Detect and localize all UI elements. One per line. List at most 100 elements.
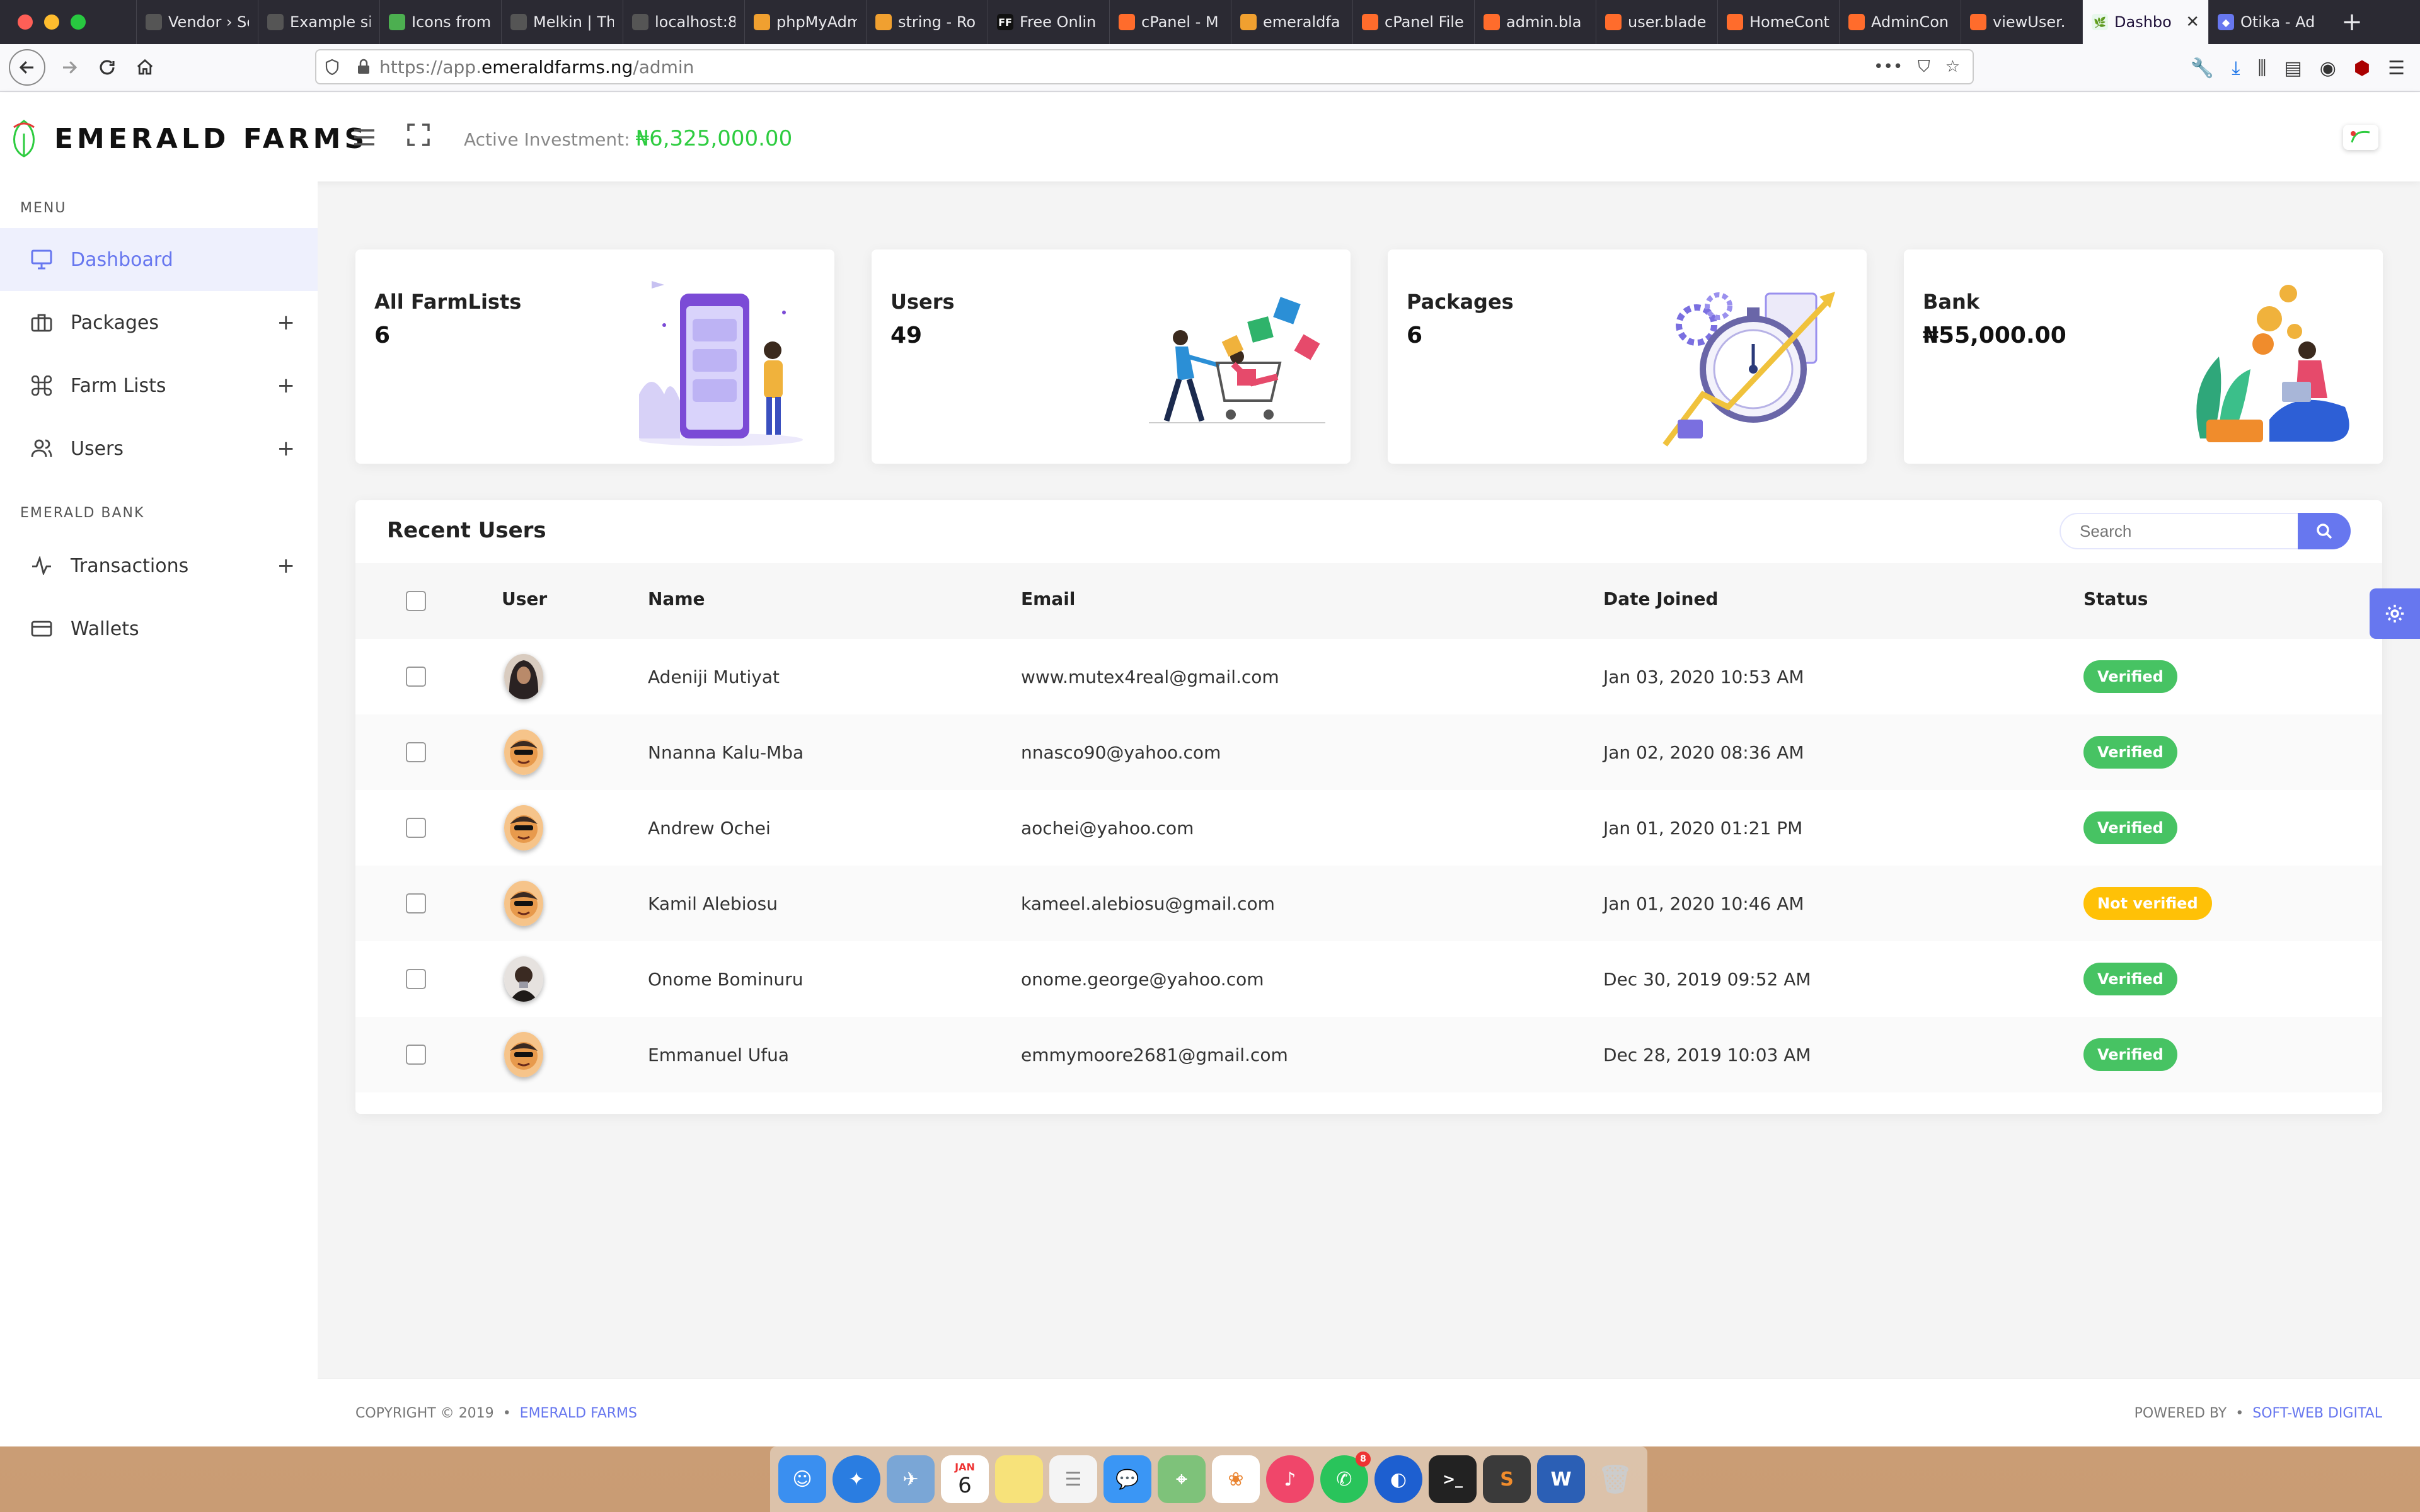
expand-plus-icon[interactable]: +: [277, 373, 296, 398]
url-bar[interactable]: https://app. emeraldfarms.ng/admin ••• ⛉ …: [315, 49, 1974, 84]
messages-icon[interactable]: 💬: [1103, 1455, 1151, 1503]
music-icon[interactable]: ♪: [1266, 1455, 1314, 1503]
column-header-user[interactable]: User: [502, 588, 547, 609]
download-icon[interactable]: ⤓: [2232, 57, 2240, 79]
sidebar-item-farm-lists[interactable]: Farm Lists +: [0, 354, 318, 417]
word-icon[interactable]: W: [1537, 1455, 1585, 1503]
home-button[interactable]: [126, 49, 164, 86]
browser-tab[interactable]: string - Ro: [866, 0, 988, 44]
sidebar-item-packages[interactable]: Packages +: [0, 291, 318, 354]
card-value: 49: [890, 323, 923, 348]
column-header-status[interactable]: Status: [2083, 588, 2148, 609]
library-icon[interactable]: ⫼: [2258, 57, 2267, 79]
table-row[interactable]: Onome Bominuru onome.george@yahoo.com Dec …: [355, 941, 2382, 1017]
bookmark-star-icon[interactable]: ☆: [1945, 57, 1960, 77]
close-tab-icon[interactable]: ✕: [2186, 13, 2199, 32]
browser-tab[interactable]: localhost:800: [623, 0, 744, 44]
row-checkbox[interactable]: [406, 969, 426, 989]
trash-icon[interactable]: 🗑: [1591, 1455, 1639, 1503]
notes-icon[interactable]: [995, 1455, 1043, 1503]
user-avatar-button[interactable]: [2343, 125, 2378, 150]
brand[interactable]: EMERALD FARMS: [9, 118, 368, 159]
footer-brand-link[interactable]: EMERALD FARMS: [520, 1406, 637, 1421]
stat-card-packages[interactable]: Packages 6: [1388, 249, 1867, 464]
browser-tab[interactable]: Icons from: [379, 0, 501, 44]
browser-tab[interactable]: Vendor › Setu: [136, 0, 258, 44]
browser-tab[interactable]: Example site n: [258, 0, 379, 44]
row-checkbox[interactable]: [406, 742, 426, 762]
browser-tab[interactable]: cPanel - M: [1109, 0, 1231, 44]
row-checkbox[interactable]: [406, 893, 426, 914]
stat-card-farmlists[interactable]: All FarmLists 6: [355, 249, 834, 464]
safari-icon[interactable]: ✦: [833, 1455, 880, 1503]
settings-button[interactable]: [2370, 588, 2420, 639]
tab-otika[interactable]: ◆ Otika - Ad: [2208, 0, 2330, 44]
column-header-date[interactable]: Date Joined: [1603, 588, 1718, 609]
browser-tab[interactable]: user.blade: [1596, 0, 1717, 44]
sidebar-toggle-button[interactable]: [353, 125, 376, 152]
browser-tab[interactable]: Melkin | The b: [501, 0, 623, 44]
ublock-icon[interactable]: ⬢: [2354, 57, 2370, 79]
sidebar-icon[interactable]: ▤: [2284, 57, 2302, 79]
sidebar-item-transactions[interactable]: Transactions +: [0, 534, 318, 597]
calendar-icon[interactable]: JAN 6: [941, 1455, 989, 1503]
browser-tab[interactable]: HomeCont: [1717, 0, 1839, 44]
browser-tab[interactable]: AdminCon: [1839, 0, 1961, 44]
browser-tab[interactable]: emeraldfa: [1231, 0, 1352, 44]
search-button[interactable]: [2298, 513, 2351, 549]
back-button[interactable]: [9, 49, 45, 86]
new-tab-button[interactable]: +: [2330, 0, 2374, 44]
forward-button[interactable]: [50, 49, 88, 86]
pocket-icon[interactable]: ⛉: [1918, 57, 1930, 77]
finder-icon[interactable]: ☺: [778, 1455, 826, 1503]
row-checkbox[interactable]: [406, 667, 426, 687]
minimize-window-button[interactable]: [44, 14, 59, 30]
select-all-checkbox[interactable]: [406, 591, 426, 611]
reminders-icon[interactable]: ☰: [1049, 1455, 1097, 1503]
browser-tab[interactable]: admin.bla: [1474, 0, 1596, 44]
stat-card-users[interactable]: Users 49: [872, 249, 1351, 464]
reload-button[interactable]: [88, 49, 126, 86]
expand-plus-icon[interactable]: +: [277, 310, 296, 335]
expand-plus-icon[interactable]: +: [277, 553, 296, 578]
terminal-icon[interactable]: >_: [1429, 1455, 1477, 1503]
table-row[interactable]: Andrew Ochei aochei@yahoo.com Jan 01, 2020…: [355, 790, 2382, 866]
preview-icon[interactable]: ✈: [887, 1455, 935, 1503]
maximize-window-button[interactable]: [71, 14, 86, 30]
table-row[interactable]: Kamil Alebiosu kameel.alebiosu@gmail.com J…: [355, 866, 2382, 941]
expand-plus-icon[interactable]: +: [277, 436, 296, 461]
close-window-button[interactable]: [18, 14, 33, 30]
sidebar-item-users[interactable]: Users +: [0, 417, 318, 480]
browser-tab[interactable]: cPanel File: [1352, 0, 1474, 44]
tab-dashboard-active[interactable]: 🌿 Dashbo ✕: [2082, 0, 2208, 44]
sidebar-item-wallets[interactable]: Wallets: [0, 597, 318, 660]
photos-icon[interactable]: ❀: [1212, 1455, 1260, 1503]
browser-tab[interactable]: FF Free Onlin: [988, 0, 1109, 44]
sidebar-item-dashboard[interactable]: Dashboard: [0, 228, 318, 291]
table-row[interactable]: Emmanuel Ufua emmymoore2681@gmail.com Dec …: [355, 1017, 2382, 1092]
browser-tab[interactable]: phpMyAdm: [744, 0, 866, 44]
whatsapp-icon[interactable]: ✆ 8: [1320, 1452, 1371, 1503]
account-icon[interactable]: ◉: [2320, 57, 2336, 79]
fullscreen-button[interactable]: [407, 123, 430, 146]
card-title: Bank: [1923, 290, 1980, 314]
shield-icon[interactable]: [316, 59, 348, 75]
firefox-icon[interactable]: ◐: [1374, 1455, 1422, 1503]
stat-card-bank[interactable]: Bank ₦55,000.00: [1904, 249, 2383, 464]
maps-icon[interactable]: ⌖: [1158, 1455, 1206, 1503]
wrench-icon[interactable]: 🔧: [2191, 57, 2214, 79]
page-actions-button[interactable]: •••: [1874, 57, 1903, 77]
menu-icon[interactable]: ☰: [2388, 57, 2405, 79]
lock-icon[interactable]: [348, 59, 379, 75]
powered-by-link[interactable]: SOFT-WEB DIGITAL: [2252, 1406, 2382, 1421]
browser-tab[interactable]: viewUser.: [1961, 0, 2082, 44]
sublime-text-icon[interactable]: S: [1483, 1455, 1531, 1503]
row-checkbox[interactable]: [406, 1045, 426, 1065]
row-checkbox[interactable]: [406, 818, 426, 838]
search-input[interactable]: [2060, 513, 2304, 549]
column-header-name[interactable]: Name: [648, 588, 705, 609]
table-row[interactable]: Adeniji Mutiyat www.mutex4real@gmail.com J…: [355, 639, 2382, 714]
column-header-email[interactable]: Email: [1021, 588, 1075, 609]
table-row[interactable]: Nnanna Kalu-Mba nnasco90@yahoo.com Jan 02,…: [355, 714, 2382, 790]
tab-favicon-icon: [754, 14, 770, 30]
